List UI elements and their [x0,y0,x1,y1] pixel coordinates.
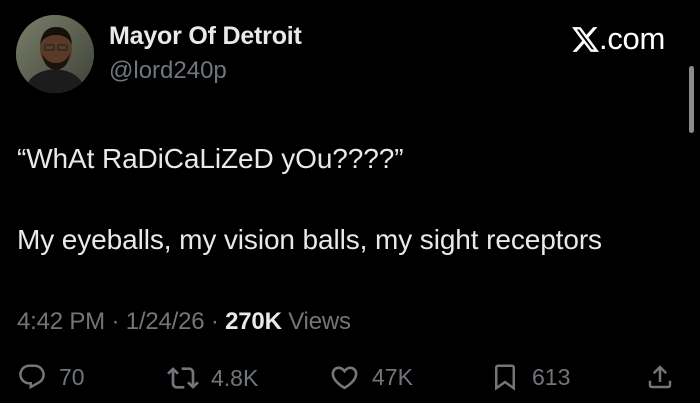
tweet-meta: 4:42 PM · 1/24/26 · 270K Views [17,308,351,336]
like-button[interactable]: 47K [329,362,413,393]
tweet-time[interactable]: 4:42 PM [17,308,105,335]
meta-separator: · [210,308,219,335]
bookmark-icon [495,364,515,391]
share-icon [648,365,672,389]
reply-button[interactable]: 70 [17,362,85,392]
display-name[interactable]: Mayor Of Detroit [109,22,302,51]
like-count: 47K [372,364,413,390]
user-avatar-photo [16,15,94,93]
brand-logo: .com [572,21,665,57]
repost-count: 4.8K [211,364,259,391]
tweet-text-line: “WhAt RaDiCaLiZeD yOu????” [17,143,404,174]
reply-count: 70 [59,363,85,390]
reply-icon [19,364,45,390]
tweet-date[interactable]: 1/24/26 [126,308,205,335]
repost-icon [167,367,199,389]
action-bar: 70 4.8K 47K 613 [0,362,700,402]
user-handle[interactable]: @lord240p [109,57,227,85]
bookmark-count: 613 [532,363,571,390]
repost-button[interactable]: 4.8K [167,362,258,394]
views-count: 270K [225,308,282,335]
bookmark-button[interactable]: 613 [490,362,570,392]
x-logo-icon [572,26,600,52]
tweet-text-line: My eyeballs, my vision balls, my sight r… [17,224,602,255]
views-label: Views [288,308,351,335]
brand-domain: .com [599,21,665,56]
scrollbar[interactable] [689,66,694,133]
avatar[interactable] [16,15,94,93]
heart-icon [331,366,358,390]
share-button[interactable] [645,362,675,392]
meta-separator: · [111,308,120,335]
